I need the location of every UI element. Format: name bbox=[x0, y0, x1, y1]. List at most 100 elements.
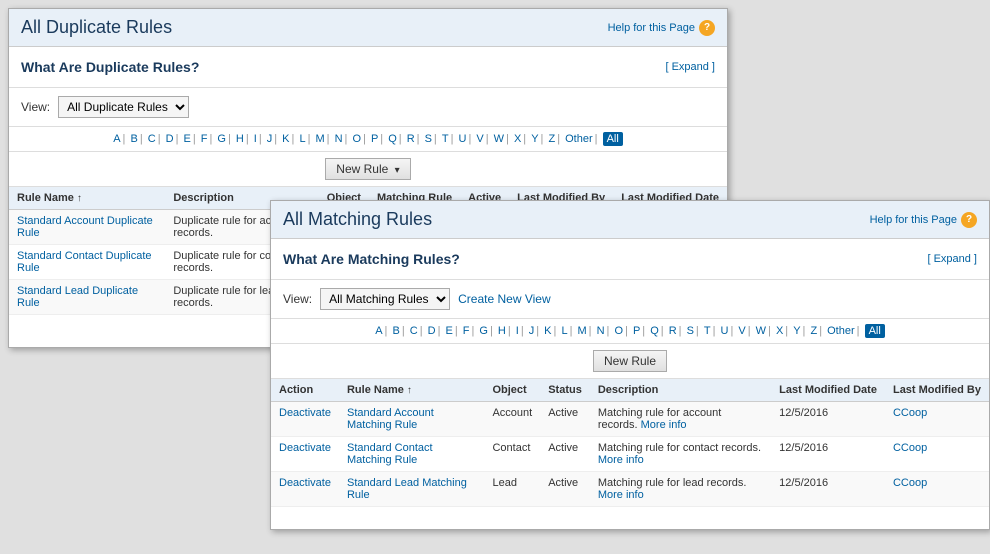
matching-view-label: View: bbox=[283, 292, 312, 306]
deactivate-contact-link[interactable]: Deactivate bbox=[279, 442, 331, 454]
alpha-r-dup[interactable]: R bbox=[407, 133, 415, 145]
alpha-x-dup[interactable]: X bbox=[514, 133, 521, 145]
duplicate-view-label: View: bbox=[21, 100, 50, 114]
alpha-other-dup[interactable]: Other bbox=[565, 133, 593, 145]
matching-new-rule-bar: New Rule bbox=[271, 344, 989, 379]
matching-help-link[interactable]: Help for this Page ? bbox=[870, 212, 977, 228]
alpha-e-dup[interactable]: E bbox=[183, 133, 190, 145]
more-info-lead-link[interactable]: More info bbox=[598, 489, 644, 501]
alpha-j-match[interactable]: J bbox=[529, 325, 535, 337]
ccoop-contact-link[interactable]: CCoop bbox=[893, 442, 927, 454]
more-info-account-link[interactable]: More info bbox=[641, 419, 687, 431]
modified-date-cell: 12/5/2016 bbox=[771, 402, 885, 437]
standard-account-match-link[interactable]: Standard Account Matching Rule bbox=[347, 407, 434, 431]
alpha-l-match[interactable]: L bbox=[561, 325, 567, 337]
alpha-d-match[interactable]: D bbox=[428, 325, 436, 337]
alpha-m-dup[interactable]: M bbox=[315, 133, 324, 145]
standard-contact-dup-link[interactable]: Standard Contact Duplicate Rule bbox=[17, 250, 152, 274]
duplicate-view-select[interactable]: All Duplicate Rules bbox=[58, 96, 189, 118]
standard-lead-match-link[interactable]: Standard Lead Matching Rule bbox=[347, 477, 467, 501]
modified-by-cell: CCoop bbox=[885, 402, 989, 437]
status-cell: Active bbox=[540, 472, 590, 507]
alpha-i-match[interactable]: I bbox=[516, 325, 519, 337]
create-new-view-link[interactable]: Create New View bbox=[458, 292, 550, 306]
object-cell: Contact bbox=[484, 437, 540, 472]
matching-new-rule-button[interactable]: New Rule bbox=[593, 350, 667, 372]
alpha-p-match[interactable]: P bbox=[633, 325, 640, 337]
duplicate-help-link[interactable]: Help for this Page ? bbox=[608, 20, 715, 36]
alpha-v-match[interactable]: V bbox=[738, 325, 745, 337]
alpha-y-dup[interactable]: Y bbox=[531, 133, 538, 145]
table-row: Deactivate Standard Account Matching Rul… bbox=[271, 402, 989, 437]
alpha-y-match[interactable]: Y bbox=[793, 325, 800, 337]
alpha-m-match[interactable]: M bbox=[577, 325, 586, 337]
object-cell: Lead bbox=[484, 472, 540, 507]
alpha-u-match[interactable]: U bbox=[720, 325, 728, 337]
ccoop-account-link[interactable]: CCoop bbox=[893, 407, 927, 419]
alpha-f-dup[interactable]: F bbox=[201, 133, 208, 145]
rule-name-cell: Standard Lead Matching Rule bbox=[339, 472, 484, 507]
alpha-o-dup[interactable]: O bbox=[352, 133, 361, 145]
rule-name-cell: Standard Account Duplicate Rule bbox=[9, 210, 165, 245]
help-icon-match: ? bbox=[961, 212, 977, 228]
deactivate-account-link[interactable]: Deactivate bbox=[279, 407, 331, 419]
alpha-q-match[interactable]: Q bbox=[650, 325, 659, 337]
alpha-q-dup[interactable]: Q bbox=[388, 133, 397, 145]
alpha-h-match[interactable]: H bbox=[498, 325, 506, 337]
duplicate-new-rule-button[interactable]: New Rule ▾ bbox=[325, 158, 410, 180]
alpha-x-match[interactable]: X bbox=[776, 325, 783, 337]
col-description-match: Description bbox=[590, 379, 771, 402]
action-cell: Deactivate bbox=[271, 402, 339, 437]
alpha-o-match[interactable]: O bbox=[614, 325, 623, 337]
alpha-u-dup[interactable]: U bbox=[458, 133, 466, 145]
alpha-t-match[interactable]: T bbox=[704, 325, 711, 337]
standard-contact-match-link[interactable]: Standard Contact Matching Rule bbox=[347, 442, 433, 466]
duplicate-view-bar: View: All Duplicate Rules bbox=[9, 88, 727, 127]
matching-expand-link[interactable]: [ Expand ] bbox=[927, 253, 977, 265]
alpha-t-dup[interactable]: T bbox=[442, 133, 449, 145]
alpha-b-dup[interactable]: B bbox=[130, 133, 137, 145]
alpha-w-match[interactable]: W bbox=[756, 325, 766, 337]
alpha-c-match[interactable]: C bbox=[410, 325, 418, 337]
alpha-e-match[interactable]: E bbox=[445, 325, 452, 337]
duplicate-info-title: What Are Duplicate Rules? bbox=[21, 59, 199, 75]
alpha-all-match[interactable]: All bbox=[865, 324, 885, 338]
col-last-modified-date-match: Last Modified Date bbox=[771, 379, 885, 402]
standard-lead-dup-link[interactable]: Standard Lead Duplicate Rule bbox=[17, 285, 138, 309]
duplicate-expand-link[interactable]: [ Expand ] bbox=[665, 61, 715, 73]
ccoop-lead-link[interactable]: CCoop bbox=[893, 477, 927, 489]
alpha-b-match[interactable]: B bbox=[392, 325, 399, 337]
alpha-s-match[interactable]: S bbox=[687, 325, 694, 337]
standard-account-dup-link[interactable]: Standard Account Duplicate Rule bbox=[17, 215, 153, 239]
alpha-g-dup[interactable]: G bbox=[217, 133, 226, 145]
alpha-a-dup[interactable]: A bbox=[113, 133, 120, 145]
deactivate-lead-link[interactable]: Deactivate bbox=[279, 477, 331, 489]
object-cell: Account bbox=[484, 402, 540, 437]
alpha-p-dup[interactable]: P bbox=[371, 133, 378, 145]
alpha-n-dup[interactable]: N bbox=[335, 133, 343, 145]
alpha-i-dup[interactable]: I bbox=[254, 133, 257, 145]
table-row: Deactivate Standard Contact Matching Rul… bbox=[271, 437, 989, 472]
alpha-v-dup[interactable]: V bbox=[476, 133, 483, 145]
alpha-l-dup[interactable]: L bbox=[299, 133, 305, 145]
alpha-g-match[interactable]: G bbox=[479, 325, 488, 337]
alpha-k-dup[interactable]: K bbox=[282, 133, 289, 145]
alpha-k-match[interactable]: K bbox=[544, 325, 551, 337]
more-info-contact-link[interactable]: More info bbox=[598, 454, 644, 466]
alpha-a-match[interactable]: A bbox=[375, 325, 382, 337]
alpha-s-dup[interactable]: S bbox=[425, 133, 432, 145]
alpha-j-dup[interactable]: J bbox=[267, 133, 273, 145]
alpha-f-match[interactable]: F bbox=[463, 325, 470, 337]
alpha-c-dup[interactable]: C bbox=[148, 133, 156, 145]
alpha-all-dup[interactable]: All bbox=[603, 132, 623, 146]
new-rule-arrow-icon: ▾ bbox=[395, 165, 400, 176]
alpha-d-dup[interactable]: D bbox=[166, 133, 174, 145]
alpha-w-dup[interactable]: W bbox=[494, 133, 504, 145]
alpha-r-match[interactable]: R bbox=[669, 325, 677, 337]
alpha-n-match[interactable]: N bbox=[597, 325, 605, 337]
alpha-h-dup[interactable]: H bbox=[236, 133, 244, 145]
alpha-z-dup[interactable]: Z bbox=[548, 133, 555, 145]
alpha-z-match[interactable]: Z bbox=[810, 325, 817, 337]
matching-view-select[interactable]: All Matching Rules bbox=[320, 288, 450, 310]
alpha-other-match[interactable]: Other bbox=[827, 325, 855, 337]
